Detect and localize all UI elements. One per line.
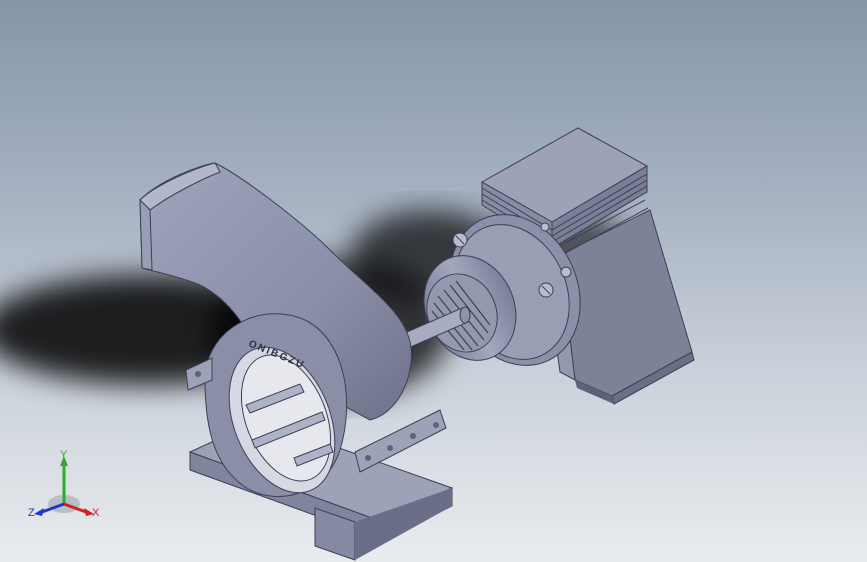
x-axis-label: X <box>92 507 100 519</box>
z-axis-label: Z <box>28 507 35 519</box>
graphics-viewport[interactable]: ONIBGZU Y X Z <box>0 0 867 562</box>
y-axis-label: Y <box>60 449 68 461</box>
coordinate-triad-icon[interactable]: Y X Z <box>24 448 104 528</box>
pump-assembly-3d-model[interactable]: ONIBGZU <box>0 0 867 562</box>
